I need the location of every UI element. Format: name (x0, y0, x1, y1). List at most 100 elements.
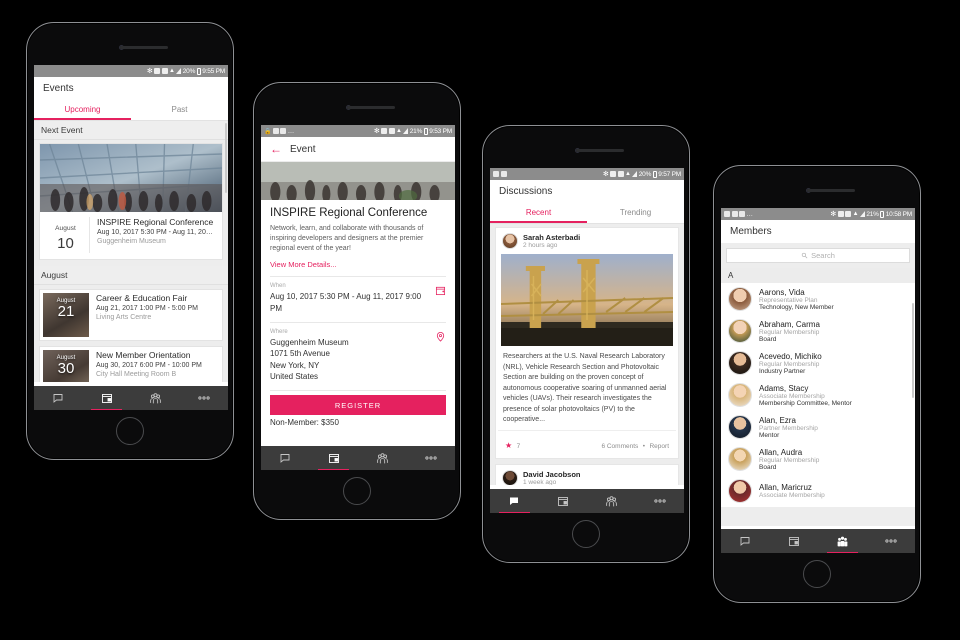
nav-more[interactable] (636, 489, 685, 513)
avatar[interactable] (502, 469, 518, 485)
nav-more[interactable] (867, 529, 916, 553)
add-to-calendar-icon[interactable] (429, 283, 446, 301)
event-when: Aug 10, 2017 5:30 PM - Aug 11, 2017 9:..… (97, 229, 216, 236)
status-bar: 🔒 … ✻ ▲ 21% 9:53 PM (261, 125, 455, 137)
avatar[interactable] (728, 447, 752, 471)
list-item[interactable]: Allan, Audra Regular Membership Board (721, 443, 915, 475)
member-name: Allan, Maricruz (759, 483, 812, 492)
when-value: Aug 10, 2017 5:30 PM - Aug 11, 2017 9:00… (270, 292, 422, 314)
nav-more[interactable] (180, 386, 229, 410)
tab-trending[interactable]: Trending (587, 202, 684, 223)
star-icon[interactable]: ★ (505, 441, 512, 450)
wifi-icon: ▲ (852, 211, 859, 217)
event-list-item-1[interactable]: August 30 New Member Orientation Aug 30,… (39, 346, 223, 382)
calendar-icon (788, 537, 799, 546)
event-month: August (55, 225, 76, 232)
tab-past[interactable]: Past (131, 99, 228, 120)
events-scroll[interactable]: Next Event August 10 INSPIRE Regional Co… (34, 121, 228, 382)
list-item[interactable]: Abraham, Carma Regular Membership Board (721, 315, 915, 347)
list-item[interactable]: Aarons, Vida Representative Plan Technol… (721, 283, 915, 315)
report-link[interactable]: Report (649, 443, 669, 450)
clock: 10:58 PM (885, 210, 912, 218)
nav-chat[interactable] (721, 529, 770, 553)
member-type: Regular Membership (759, 328, 820, 336)
event-where: City Hall Meeting Room B (96, 371, 177, 378)
event-detail-scroll[interactable]: INSPIRE Regional Conference Network, lea… (261, 162, 455, 445)
discussion-post[interactable]: David Jacobson 1 week ago Join us on Thu… (495, 463, 679, 485)
battery-icon (423, 127, 428, 135)
avatar[interactable] (728, 287, 752, 311)
tab-upcoming[interactable]: Upcoming (34, 99, 131, 120)
list-item[interactable]: Acevedo, Michiko Regular Membership Indu… (721, 347, 915, 379)
nav-people[interactable] (587, 489, 636, 513)
earpiece-speaker (576, 149, 624, 152)
avatar[interactable] (728, 319, 752, 343)
calendar-icon (101, 394, 112, 403)
like-group[interactable]: ★ 7 (505, 435, 520, 453)
wifi-icon: ▲ (396, 128, 402, 134)
nav-calendar[interactable] (770, 529, 819, 553)
register-button[interactable]: REGISTER (270, 395, 446, 415)
event-title: Career & Education Fair (96, 293, 188, 303)
home-button[interactable] (803, 560, 831, 588)
avatar[interactable] (728, 351, 752, 375)
page-title: Discussions (499, 185, 553, 197)
scrollbar-thumb[interactable] (912, 303, 914, 398)
view-more-details-link[interactable]: View More Details... (270, 260, 446, 269)
event-date: August 10 (46, 217, 90, 253)
app-bar: Events (34, 77, 228, 99)
tab-bar: Upcoming Past (34, 99, 228, 121)
discussion-post[interactable]: Sarah Asterbadi 2 hours ago Researchers … (495, 227, 679, 459)
event-list-item-0[interactable]: August 21 Career & Education Fair Aug 21… (39, 289, 223, 341)
scrollbar-thumb[interactable] (225, 123, 227, 193)
tab-bar: Recent Trending (490, 202, 684, 224)
next-event-card[interactable]: August 10 INSPIRE Regional Conference Au… (39, 143, 223, 260)
next-event-row[interactable]: August 10 INSPIRE Regional Conference Au… (40, 212, 222, 259)
where-label: Where (270, 328, 288, 335)
search-input[interactable]: Search (726, 248, 910, 263)
thumb-date-overlay: August 30 (43, 350, 89, 382)
back-arrow-icon[interactable]: ← (270, 143, 282, 155)
clock: 9:57 PM (658, 170, 681, 178)
member-name: Acevedo, Michiko (759, 351, 822, 361)
nav-calendar[interactable] (310, 446, 359, 470)
bottom-nav (34, 386, 228, 410)
more-notifications-icon: … (746, 210, 754, 218)
event-info: New Member Orientation Aug 30, 2017 6:00… (89, 350, 219, 382)
nav-people[interactable] (818, 529, 867, 553)
discussions-scroll[interactable]: Sarah Asterbadi 2 hours ago Researchers … (490, 224, 684, 485)
list-item[interactable]: Alan, Ezra Partner Membership Mentor (721, 411, 915, 443)
nav-more[interactable] (407, 446, 456, 470)
avatar[interactable] (502, 233, 518, 249)
map-pin-icon[interactable] (429, 329, 446, 347)
home-button[interactable] (343, 477, 371, 505)
nav-calendar[interactable] (83, 386, 132, 410)
calendar-icon (328, 454, 339, 463)
avatar[interactable] (728, 383, 752, 407)
home-button[interactable] (116, 417, 144, 445)
comments-count[interactable]: 6 Comments (601, 443, 638, 450)
nav-people[interactable] (358, 446, 407, 470)
signal-icon (403, 128, 409, 134)
phone1-screen: ✻ ▲ 20% 9:55 PM Events Upcoming Past Nex (34, 65, 228, 410)
bottom-nav (490, 489, 684, 513)
members-scroll[interactable]: Search A Aarons, Vida Representative Pla… (721, 243, 915, 526)
nav-calendar[interactable] (539, 489, 588, 513)
nav-people[interactable] (131, 386, 180, 410)
tab-recent[interactable]: Recent (490, 202, 587, 223)
list-item[interactable]: Adams, Stacy Associate Membership Member… (721, 379, 915, 411)
battery-icon (880, 210, 885, 218)
avatar[interactable] (728, 479, 752, 503)
list-item[interactable]: Allan, Maricruz Associate Membership (721, 475, 915, 507)
avatar[interactable] (728, 415, 752, 439)
post-header: David Jacobson 1 week ago (496, 465, 678, 485)
phone-event-detail: 🔒 … ✻ ▲ 21% 9:53 PM ← Event INSPIRE Regi… (253, 82, 461, 520)
sim-icon (837, 211, 844, 217)
home-button[interactable] (572, 520, 600, 548)
post-timestamp: 2 hours ago (523, 242, 558, 249)
nav-chat[interactable] (34, 386, 83, 410)
nav-chat[interactable] (261, 446, 310, 470)
nav-chat[interactable] (490, 489, 539, 513)
earpiece-speaker (120, 46, 168, 49)
member-type: Associate Membership (759, 492, 825, 499)
